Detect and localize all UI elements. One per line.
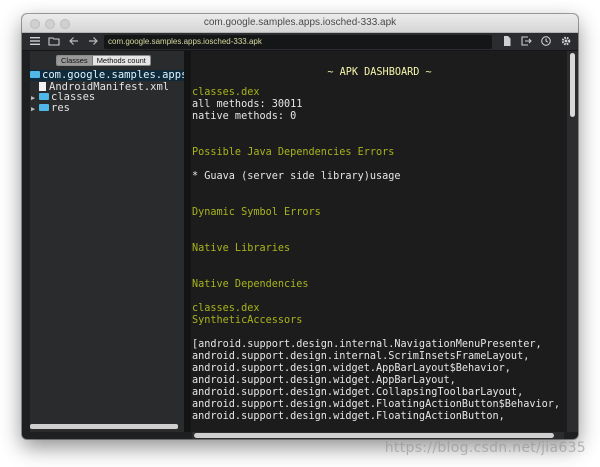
all-methods-count: all methods: 30011 xyxy=(192,99,303,110)
tree-item-label: com.google.samples.apps xyxy=(42,69,188,81)
java-dependencies-title: Possible Java Dependencies Errors xyxy=(192,147,395,158)
file-tree: com.google.samples.apps AndroidManifest.… xyxy=(30,69,188,114)
forward-arrow-icon[interactable] xyxy=(86,35,100,49)
native-dependencies-title: Native Dependencies xyxy=(192,279,309,290)
panel-divider[interactable] xyxy=(184,51,191,432)
export-icon[interactable] xyxy=(519,35,533,49)
window-title: com.google.samples.apps.iosched-333.apk xyxy=(203,17,397,28)
dashboard-heading: ~ APK DASHBOARD ~ xyxy=(327,67,432,78)
synthetic-accessor-line: android.support.design.internal.ScrimIns… xyxy=(192,351,530,362)
chevron-right-icon[interactable]: ▶ xyxy=(31,104,39,115)
synthetic-accessor-line: android.support.design.widget.FloatingAc… xyxy=(192,399,561,410)
synthetic-accessor-line: android.support.design.widget.FloatingAc… xyxy=(192,411,505,422)
folder-icon xyxy=(39,93,49,100)
native-methods-count: native methods: 0 xyxy=(192,111,297,122)
back-arrow-icon[interactable] xyxy=(67,35,81,49)
folder-icon[interactable] xyxy=(47,35,61,49)
vertical-scroll-thumb[interactable] xyxy=(570,53,575,117)
sidebar: Classes Methods count com.google.samples… xyxy=(30,51,188,432)
synthetic-accessor-line: android.support.design.widget.AppBarLayo… xyxy=(192,363,511,374)
toolbar: com.google.samples.apps.iosched-333.apk xyxy=(22,33,578,51)
tree-item-label: res xyxy=(51,102,70,114)
native-libraries-title: Native Libraries xyxy=(192,243,291,254)
history-icon[interactable] xyxy=(539,35,553,49)
synthetic-accessor-line: android.support.design.widget.Collapsing… xyxy=(192,387,524,398)
folder-icon xyxy=(39,104,49,111)
app-window: com.google.samples.apps.iosched-333.apk … xyxy=(22,14,578,439)
synthetic-accessors-title: SyntheticAccessors xyxy=(192,315,303,326)
synthetic-accessor-line: [android.support.design.internal.Navigat… xyxy=(192,339,542,350)
title-bar: com.google.samples.apps.iosched-333.apk xyxy=(22,14,578,33)
document-icon[interactable] xyxy=(500,35,514,49)
tree-item-res[interactable]: ▶ res xyxy=(30,103,184,114)
gear-icon[interactable] xyxy=(559,35,573,49)
main-vertical-scrollbar[interactable] xyxy=(567,51,578,432)
horizontal-scroll-thumb[interactable] xyxy=(194,433,554,438)
file-icon xyxy=(39,82,46,91)
folder-icon xyxy=(30,71,40,78)
dynamic-symbol-title: Dynamic Symbol Errors xyxy=(192,207,321,218)
tree-item-package[interactable]: com.google.samples.apps xyxy=(30,69,188,81)
synthetic-accessor-line: android.support.design.widget.AppBarLayo… xyxy=(192,375,456,386)
dex-name: classes.dex xyxy=(192,87,260,98)
apk-path-field[interactable]: com.google.samples.apps.iosched-333.apk xyxy=(104,35,492,49)
view-mode-switch: Classes Methods count xyxy=(56,55,151,66)
native-dependencies-dex: classes.dex xyxy=(192,303,260,314)
sidebar-horizontal-scrollbar[interactable] xyxy=(30,424,178,429)
tab-methods-count[interactable]: Methods count xyxy=(92,56,150,65)
tab-classes[interactable]: Classes xyxy=(57,56,93,65)
menu-icon[interactable] xyxy=(28,35,42,49)
main-horizontal-scrollbar[interactable] xyxy=(192,432,564,439)
java-dependency-item: * Guava (server side library)usage xyxy=(192,171,401,182)
dashboard-panel: ~ APK DASHBOARD ~ classes.dex all method… xyxy=(191,51,567,432)
watermark: https://blog.csdn.net/jia635 xyxy=(384,440,586,456)
